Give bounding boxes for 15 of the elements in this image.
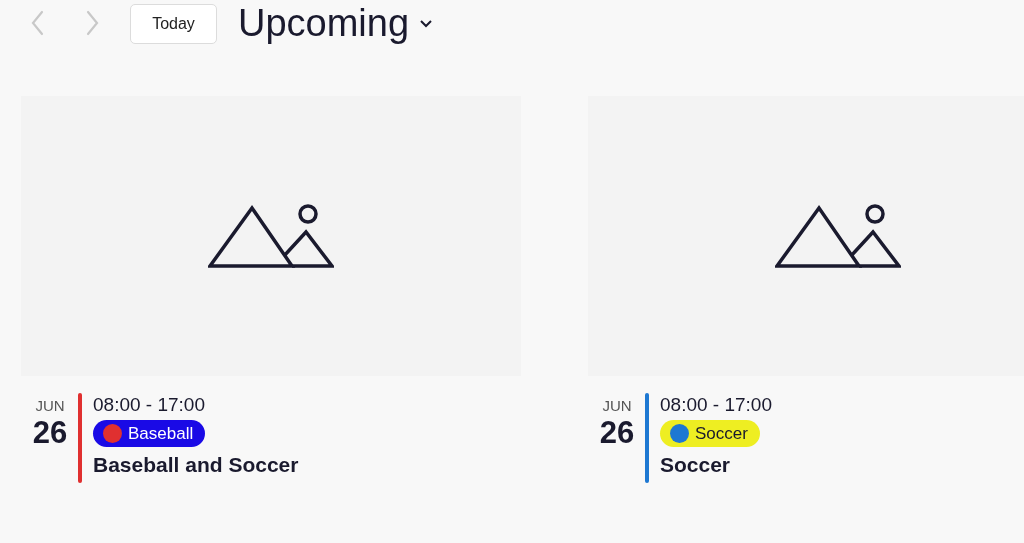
today-button[interactable]: Today bbox=[130, 4, 217, 44]
event-time: 08:00 - 17:00 bbox=[660, 393, 772, 417]
image-icon bbox=[208, 204, 334, 268]
view-dropdown[interactable]: Upcoming bbox=[238, 1, 434, 45]
tag-label: Soccer bbox=[695, 422, 748, 445]
chevron-down-icon bbox=[419, 18, 434, 28]
image-icon bbox=[775, 204, 901, 268]
tag-label: Baseball bbox=[128, 422, 194, 445]
event-title: Baseball and Soccer bbox=[93, 452, 299, 478]
event-title: Soccer bbox=[660, 452, 731, 478]
event-day: 26 bbox=[32, 415, 68, 451]
event-day: 26 bbox=[599, 415, 635, 451]
event-month: JUN bbox=[35, 397, 65, 415]
event-time: 08:00 - 17:00 bbox=[93, 393, 205, 417]
event-month: JUN bbox=[602, 397, 632, 415]
